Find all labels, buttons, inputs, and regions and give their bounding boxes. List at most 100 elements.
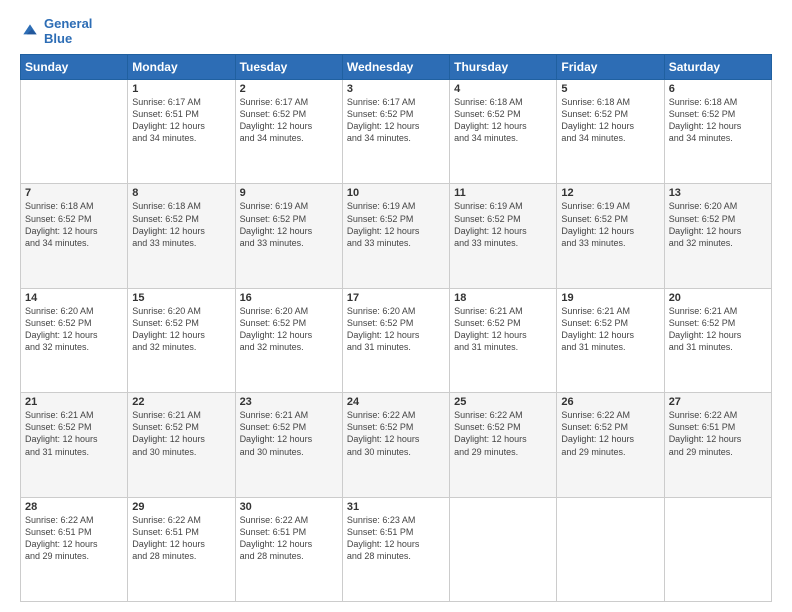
calendar-cell: 27Sunrise: 6:22 AM Sunset: 6:51 PM Dayli… bbox=[664, 393, 771, 497]
calendar-cell: 3Sunrise: 6:17 AM Sunset: 6:52 PM Daylig… bbox=[342, 80, 449, 184]
header-row: SundayMondayTuesdayWednesdayThursdayFrid… bbox=[21, 55, 772, 80]
day-info: Sunrise: 6:21 AM Sunset: 6:52 PM Dayligh… bbox=[669, 305, 767, 354]
day-info: Sunrise: 6:20 AM Sunset: 6:52 PM Dayligh… bbox=[132, 305, 230, 354]
day-number: 31 bbox=[347, 501, 445, 513]
day-info: Sunrise: 6:22 AM Sunset: 6:52 PM Dayligh… bbox=[561, 409, 659, 458]
calendar-cell: 11Sunrise: 6:19 AM Sunset: 6:52 PM Dayli… bbox=[450, 184, 557, 288]
day-info: Sunrise: 6:17 AM Sunset: 6:51 PM Dayligh… bbox=[132, 96, 230, 145]
calendar-cell: 7Sunrise: 6:18 AM Sunset: 6:52 PM Daylig… bbox=[21, 184, 128, 288]
calendar-cell: 25Sunrise: 6:22 AM Sunset: 6:52 PM Dayli… bbox=[450, 393, 557, 497]
calendar-cell: 19Sunrise: 6:21 AM Sunset: 6:52 PM Dayli… bbox=[557, 288, 664, 392]
calendar-cell: 16Sunrise: 6:20 AM Sunset: 6:52 PM Dayli… bbox=[235, 288, 342, 392]
day-number: 25 bbox=[454, 396, 552, 408]
day-number: 11 bbox=[454, 187, 552, 199]
day-number: 24 bbox=[347, 396, 445, 408]
calendar-table: SundayMondayTuesdayWednesdayThursdayFrid… bbox=[20, 54, 772, 602]
day-number: 18 bbox=[454, 292, 552, 304]
day-number: 13 bbox=[669, 187, 767, 199]
day-info: Sunrise: 6:17 AM Sunset: 6:52 PM Dayligh… bbox=[240, 96, 338, 145]
calendar-cell: 31Sunrise: 6:23 AM Sunset: 6:51 PM Dayli… bbox=[342, 497, 449, 601]
day-info: Sunrise: 6:20 AM Sunset: 6:52 PM Dayligh… bbox=[347, 305, 445, 354]
calendar-cell: 24Sunrise: 6:22 AM Sunset: 6:52 PM Dayli… bbox=[342, 393, 449, 497]
day-number: 10 bbox=[347, 187, 445, 199]
calendar-cell: 18Sunrise: 6:21 AM Sunset: 6:52 PM Dayli… bbox=[450, 288, 557, 392]
calendar-cell: 10Sunrise: 6:19 AM Sunset: 6:52 PM Dayli… bbox=[342, 184, 449, 288]
day-number: 16 bbox=[240, 292, 338, 304]
day-info: Sunrise: 6:21 AM Sunset: 6:52 PM Dayligh… bbox=[132, 409, 230, 458]
calendar-cell: 28Sunrise: 6:22 AM Sunset: 6:51 PM Dayli… bbox=[21, 497, 128, 601]
day-info: Sunrise: 6:19 AM Sunset: 6:52 PM Dayligh… bbox=[454, 200, 552, 249]
day-number: 8 bbox=[132, 187, 230, 199]
calendar-cell: 21Sunrise: 6:21 AM Sunset: 6:52 PM Dayli… bbox=[21, 393, 128, 497]
header-day-tuesday: Tuesday bbox=[235, 55, 342, 80]
calendar-cell: 15Sunrise: 6:20 AM Sunset: 6:52 PM Dayli… bbox=[128, 288, 235, 392]
week-row-1: 7 Sunrise: 6:18 AM Sunset: 6:52 PM Daylig… bbox=[21, 184, 772, 288]
day-number: 2 bbox=[240, 83, 338, 95]
calendar-cell: 22Sunrise: 6:21 AM Sunset: 6:52 PM Dayli… bbox=[128, 393, 235, 497]
calendar-cell: 6Sunrise: 6:18 AM Sunset: 6:52 PM Daylig… bbox=[664, 80, 771, 184]
day-number: 12 bbox=[561, 187, 659, 199]
calendar-cell: 8Sunrise: 6:18 AM Sunset: 6:52 PM Daylig… bbox=[128, 184, 235, 288]
day-info: Sunrise: 6:22 AM Sunset: 6:52 PM Dayligh… bbox=[347, 409, 445, 458]
day-number: 17 bbox=[347, 292, 445, 304]
calendar-cell bbox=[557, 497, 664, 601]
day-info: Sunrise: 6:21 AM Sunset: 6:52 PM Dayligh… bbox=[454, 305, 552, 354]
day-number: 21 bbox=[25, 396, 123, 408]
calendar-cell: 12Sunrise: 6:19 AM Sunset: 6:52 PM Dayli… bbox=[557, 184, 664, 288]
calendar-cell: 14Sunrise: 6:20 AM Sunset: 6:52 PM Dayli… bbox=[21, 288, 128, 392]
day-info: Sunrise: 6:17 AM Sunset: 6:52 PM Dayligh… bbox=[347, 96, 445, 145]
day-info: Sunrise: 6:18 AM Sunset: 6:52 PM Dayligh… bbox=[669, 96, 767, 145]
calendar-cell: 1Sunrise: 6:17 AM Sunset: 6:51 PM Daylig… bbox=[128, 80, 235, 184]
day-number: 22 bbox=[132, 396, 230, 408]
day-info: Sunrise: 6:22 AM Sunset: 6:51 PM Dayligh… bbox=[669, 409, 767, 458]
calendar-cell bbox=[664, 497, 771, 601]
day-info: Sunrise: 6:20 AM Sunset: 6:52 PM Dayligh… bbox=[240, 305, 338, 354]
calendar-cell: 20Sunrise: 6:21 AM Sunset: 6:52 PM Dayli… bbox=[664, 288, 771, 392]
week-row-2: 14Sunrise: 6:20 AM Sunset: 6:52 PM Dayli… bbox=[21, 288, 772, 392]
calendar-cell: 4Sunrise: 6:18 AM Sunset: 6:52 PM Daylig… bbox=[450, 80, 557, 184]
calendar-cell: 13Sunrise: 6:20 AM Sunset: 6:52 PM Dayli… bbox=[664, 184, 771, 288]
day-number: 1 bbox=[132, 83, 230, 95]
day-number: 3 bbox=[347, 83, 445, 95]
header-day-wednesday: Wednesday bbox=[342, 55, 449, 80]
logo-text: General Blue bbox=[44, 16, 92, 46]
logo: General Blue bbox=[20, 16, 92, 46]
day-number: 19 bbox=[561, 292, 659, 304]
day-info: Sunrise: 6:21 AM Sunset: 6:52 PM Dayligh… bbox=[25, 409, 123, 458]
day-info: Sunrise: 6:20 AM Sunset: 6:52 PM Dayligh… bbox=[25, 305, 123, 354]
day-info: Sunrise: 6:23 AM Sunset: 6:51 PM Dayligh… bbox=[347, 514, 445, 563]
day-info: Sunrise: 6:20 AM Sunset: 6:52 PM Dayligh… bbox=[669, 200, 767, 249]
calendar-cell: 5Sunrise: 6:18 AM Sunset: 6:52 PM Daylig… bbox=[557, 80, 664, 184]
day-number: 30 bbox=[240, 501, 338, 513]
week-row-4: 28Sunrise: 6:22 AM Sunset: 6:51 PM Dayli… bbox=[21, 497, 772, 601]
day-number: 4 bbox=[454, 83, 552, 95]
calendar-cell: 9Sunrise: 6:19 AM Sunset: 6:52 PM Daylig… bbox=[235, 184, 342, 288]
day-number: 5 bbox=[561, 83, 659, 95]
header-day-sunday: Sunday bbox=[21, 55, 128, 80]
day-number: 14 bbox=[25, 292, 123, 304]
day-number: 23 bbox=[240, 396, 338, 408]
day-number: 15 bbox=[132, 292, 230, 304]
day-number: 20 bbox=[669, 292, 767, 304]
header-day-thursday: Thursday bbox=[450, 55, 557, 80]
day-number: 28 bbox=[25, 501, 123, 513]
day-number: 29 bbox=[132, 501, 230, 513]
day-number: 26 bbox=[561, 396, 659, 408]
calendar-cell: 2Sunrise: 6:17 AM Sunset: 6:52 PM Daylig… bbox=[235, 80, 342, 184]
day-info: Sunrise: 6:22 AM Sunset: 6:51 PM Dayligh… bbox=[25, 514, 123, 563]
day-info: Sunrise: 6:21 AM Sunset: 6:52 PM Dayligh… bbox=[240, 409, 338, 458]
calendar-cell: 26Sunrise: 6:22 AM Sunset: 6:52 PM Dayli… bbox=[557, 393, 664, 497]
day-info: Sunrise: 6:18 AM Sunset: 6:52 PM Dayligh… bbox=[132, 200, 230, 249]
calendar-cell: 17Sunrise: 6:20 AM Sunset: 6:52 PM Dayli… bbox=[342, 288, 449, 392]
day-info: Sunrise: 6:19 AM Sunset: 6:52 PM Dayligh… bbox=[561, 200, 659, 249]
logo-icon bbox=[20, 21, 40, 41]
header-day-saturday: Saturday bbox=[664, 55, 771, 80]
header-day-friday: Friday bbox=[557, 55, 664, 80]
day-info: Sunrise: 6:22 AM Sunset: 6:51 PM Dayligh… bbox=[132, 514, 230, 563]
day-info: Sunrise: 6:22 AM Sunset: 6:51 PM Dayligh… bbox=[240, 514, 338, 563]
calendar-cell bbox=[21, 80, 128, 184]
day-number: 9 bbox=[240, 187, 338, 199]
day-number: 7 bbox=[25, 187, 123, 199]
week-row-0: 1Sunrise: 6:17 AM Sunset: 6:51 PM Daylig… bbox=[21, 80, 772, 184]
week-row-3: 21Sunrise: 6:21 AM Sunset: 6:52 PM Dayli… bbox=[21, 393, 772, 497]
